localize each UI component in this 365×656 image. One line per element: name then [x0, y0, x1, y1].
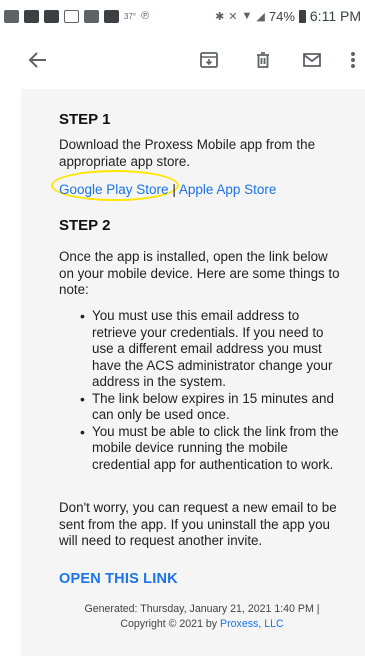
google-play-link[interactable]: Google Play Store: [59, 182, 169, 197]
mail-icon[interactable]: [300, 48, 324, 72]
bluetooth-icon: ✱: [215, 10, 225, 23]
signal-icon: ◢: [256, 10, 265, 23]
mute-icon: ✕: [228, 10, 238, 23]
step2-text: Once the app is installed, open the link…: [59, 249, 340, 297]
nfc-icon: ℗: [141, 10, 150, 22]
news-notification-icon-2: [44, 9, 59, 23]
apple-app-store-link[interactable]: Apple App Store: [179, 182, 277, 197]
battery-icon: [298, 9, 306, 23]
copyright-text: Copyright © 2021 by: [120, 618, 221, 630]
photo-notification-icon: [84, 9, 99, 23]
footer-generated: Generated: Thursday, January 21, 2021 1:…: [84, 603, 320, 615]
status-bar: 37° ℗ ✱ ✕ ▼ ◢ 74% 6:11 PM: [0, 0, 365, 32]
news-notification-icon: [24, 9, 39, 23]
email-footer: Generated: Thursday, January 21, 2021 1:…: [42, 602, 362, 632]
open-this-link-button[interactable]: OPEN THIS LINK: [59, 571, 178, 587]
step2-heading: STEP 2: [59, 217, 111, 234]
calendar-notification-icon: [104, 9, 119, 23]
system-status: ✱ ✕ ▼ ◢ 74% 6:11 PM: [215, 8, 361, 24]
temperature-text: 37°: [124, 11, 137, 21]
email-toolbar: [0, 32, 365, 87]
more-vert-icon[interactable]: [344, 48, 362, 72]
chat-notification-icon: [4, 9, 19, 23]
list-item: The link below expires in 15 minutes and…: [59, 391, 341, 424]
link-separator: |: [168, 182, 179, 197]
wifi-icon: ▼: [241, 10, 253, 22]
email-body: STEP 1 Download the Proxess Mobile app f…: [21, 89, 365, 656]
delete-icon[interactable]: [251, 48, 275, 72]
clock: 6:11 PM: [309, 8, 361, 24]
list-item: You must use this email address to retri…: [59, 308, 341, 391]
archive-icon[interactable]: [197, 48, 221, 72]
gmail-notification-icon: [64, 9, 79, 23]
app-store-links: Google Play Store | Apple App Store: [59, 182, 276, 197]
back-arrow-icon[interactable]: [28, 50, 48, 70]
notification-icons: 37° ℗: [4, 9, 150, 23]
list-item: You must be able to click the link from …: [59, 424, 341, 474]
step1-text: Download the Proxess Mobile app from the…: [59, 137, 316, 169]
battery-percent: 74%: [268, 8, 295, 24]
company-link[interactable]: Proxess, LLC: [220, 618, 284, 630]
footer-copyright: Copyright © 2021 by Proxess, LLC: [42, 617, 362, 632]
closing-text: Don't worry, you can request a new email…: [59, 500, 337, 548]
notes-list: You must use this email address to retri…: [59, 308, 341, 473]
step1-heading: STEP 1: [59, 111, 111, 128]
